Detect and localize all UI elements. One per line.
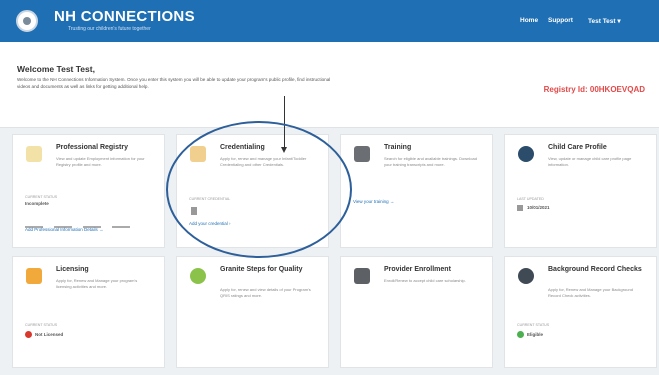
card-title: Child Care Profile (548, 144, 607, 151)
card-description: View and update Employment information f… (56, 156, 145, 167)
person-icon (518, 268, 534, 284)
annotation-ellipse (166, 121, 352, 258)
status-label: Current Status (25, 195, 58, 199)
status-dot-red-icon (25, 331, 32, 338)
registry-badge-icon (26, 146, 42, 162)
status-label: Current Status (517, 323, 550, 327)
card-description: View, update or manage child care profil… (548, 156, 632, 167)
nh-seal-logo-icon[interactable] (16, 10, 38, 32)
add-professional-details-link[interactable]: Add Professional Information Details → (25, 227, 104, 232)
status-value: 10/01/2021 (527, 205, 550, 210)
card-description: Search for eligible and available traini… (384, 156, 477, 167)
card-description: Apply for, Renew and Manage your program… (56, 278, 138, 289)
status-value: Not Licensed (35, 332, 64, 337)
card-title: Professional Registry (56, 144, 128, 151)
card-background-record-checks[interactable]: Background Record Checks Apply for, Rene… (504, 256, 657, 368)
welcome-panel: Welcome Test Test, Welcome to the NH Con… (0, 42, 659, 128)
status-label: Last Updated (517, 197, 544, 201)
card-description: Enroll/Renew to accept child care schola… (384, 278, 466, 283)
card-training[interactable]: Training Search for eligible and availab… (340, 134, 493, 248)
status-label: Current Status (25, 323, 58, 327)
calendar-icon (517, 205, 523, 211)
top-navigation-bar: NH CONNECTIONS Trusting our children's f… (0, 0, 659, 42)
card-title: Training (384, 144, 412, 151)
card-description: Apply for, renew and view details of you… (220, 287, 311, 298)
location-pin-icon (518, 146, 534, 162)
quality-steps-icon (190, 268, 206, 284)
status-value: Eligible (527, 332, 544, 337)
card-child-care-profile[interactable]: Child Care Profile View, update or manag… (504, 134, 657, 248)
user-menu-dropdown[interactable]: Test Test ▾ (588, 17, 621, 25)
enrollment-form-icon (354, 268, 370, 284)
card-title: Granite Steps for Quality (220, 266, 303, 273)
envelope-icon (26, 268, 42, 284)
status-dot-green-icon (517, 331, 524, 338)
status-value: Incomplete (25, 201, 49, 206)
nav-home-link[interactable]: Home (520, 17, 538, 24)
card-licensing[interactable]: Licensing Apply for, Renew and Manage yo… (12, 256, 165, 368)
view-training-link[interactable]: View your training → (353, 199, 394, 204)
welcome-title: Welcome Test Test, (17, 64, 95, 74)
nav-support-link[interactable]: Support (548, 17, 573, 24)
card-title: Background Record Checks (548, 266, 642, 273)
card-granite-steps[interactable]: Granite Steps for Quality Apply for, ren… (176, 256, 329, 368)
training-presentation-icon (354, 146, 370, 162)
card-professional-registry[interactable]: Professional Registry View and update Em… (12, 134, 165, 248)
card-title: Licensing (56, 266, 89, 273)
brand-subtitle: Trusting our children's future together (68, 26, 151, 32)
welcome-description: Welcome to the NH Connections Informatio… (17, 77, 331, 89)
registry-id: Registry Id: 00HKOEVQAD (543, 85, 645, 94)
card-description: Apply for, Renew and Manage your Backgro… (548, 287, 633, 298)
card-provider-enrollment[interactable]: Provider Enrollment Enroll/Renew to acce… (340, 256, 493, 368)
progress-steps (25, 215, 153, 228)
card-title: Provider Enrollment (384, 266, 451, 273)
brand-title[interactable]: NH CONNECTIONS (54, 8, 195, 25)
